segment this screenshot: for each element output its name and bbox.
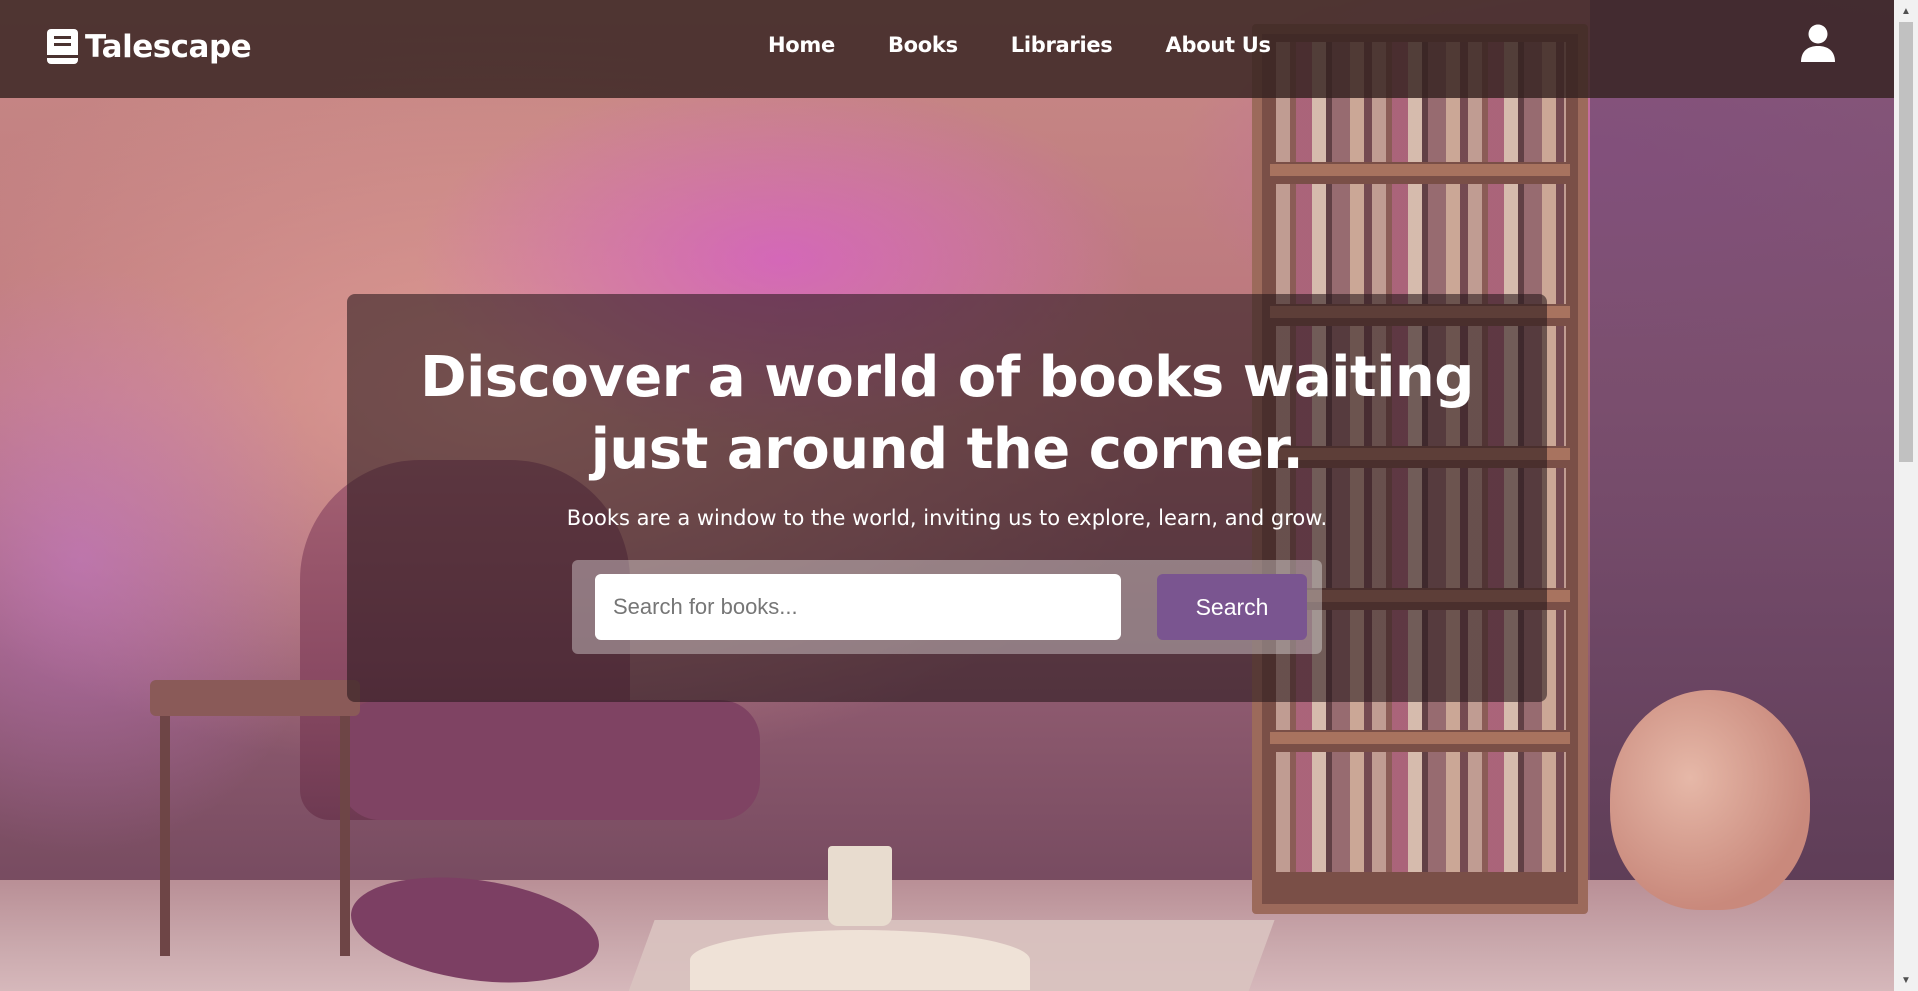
- search-bar: Search: [572, 560, 1322, 654]
- hero-card: Discover a world of books waiting just a…: [347, 294, 1547, 702]
- shelf-books: [1276, 752, 1566, 872]
- background-open-book: [690, 930, 1030, 990]
- nav-libraries-link[interactable]: Libraries: [1011, 33, 1113, 57]
- page-scrollbar[interactable]: ▲ ▼: [1894, 0, 1918, 991]
- brand-name: Talescape: [85, 28, 252, 65]
- navbar: Talescape Home Books Libraries About Us: [0, 0, 1894, 98]
- nav-about-us-link[interactable]: About Us: [1166, 33, 1271, 57]
- nav-books-link[interactable]: Books: [888, 33, 958, 57]
- main-nav: Home Books Libraries About Us: [768, 33, 1271, 57]
- shelf-board: [1270, 164, 1570, 176]
- scrollbar-thumb[interactable]: [1899, 22, 1913, 462]
- search-input[interactable]: [595, 574, 1121, 640]
- book-icon: [47, 29, 78, 64]
- brand-logo-link[interactable]: Talescape: [46, 28, 252, 65]
- shelf-books: [1276, 184, 1566, 304]
- background-side-table: [150, 680, 360, 716]
- background-table-leg: [340, 716, 350, 956]
- shelf-board: [1270, 732, 1570, 744]
- background-mug: [828, 846, 892, 926]
- background-vase: [1610, 690, 1810, 910]
- nav-home-link[interactable]: Home: [768, 33, 835, 57]
- search-button[interactable]: Search: [1157, 574, 1307, 640]
- hero-subtitle: Books are a window to the world, invitin…: [566, 506, 1328, 530]
- background-table-leg: [160, 716, 170, 956]
- user-icon[interactable]: [1800, 24, 1836, 62]
- background-armchair-seat: [340, 700, 760, 820]
- scroll-up-arrow-icon[interactable]: ▲: [1894, 0, 1918, 22]
- scroll-down-arrow-icon[interactable]: ▼: [1894, 969, 1918, 991]
- hero-title: Discover a world of books waiting just a…: [420, 345, 1474, 482]
